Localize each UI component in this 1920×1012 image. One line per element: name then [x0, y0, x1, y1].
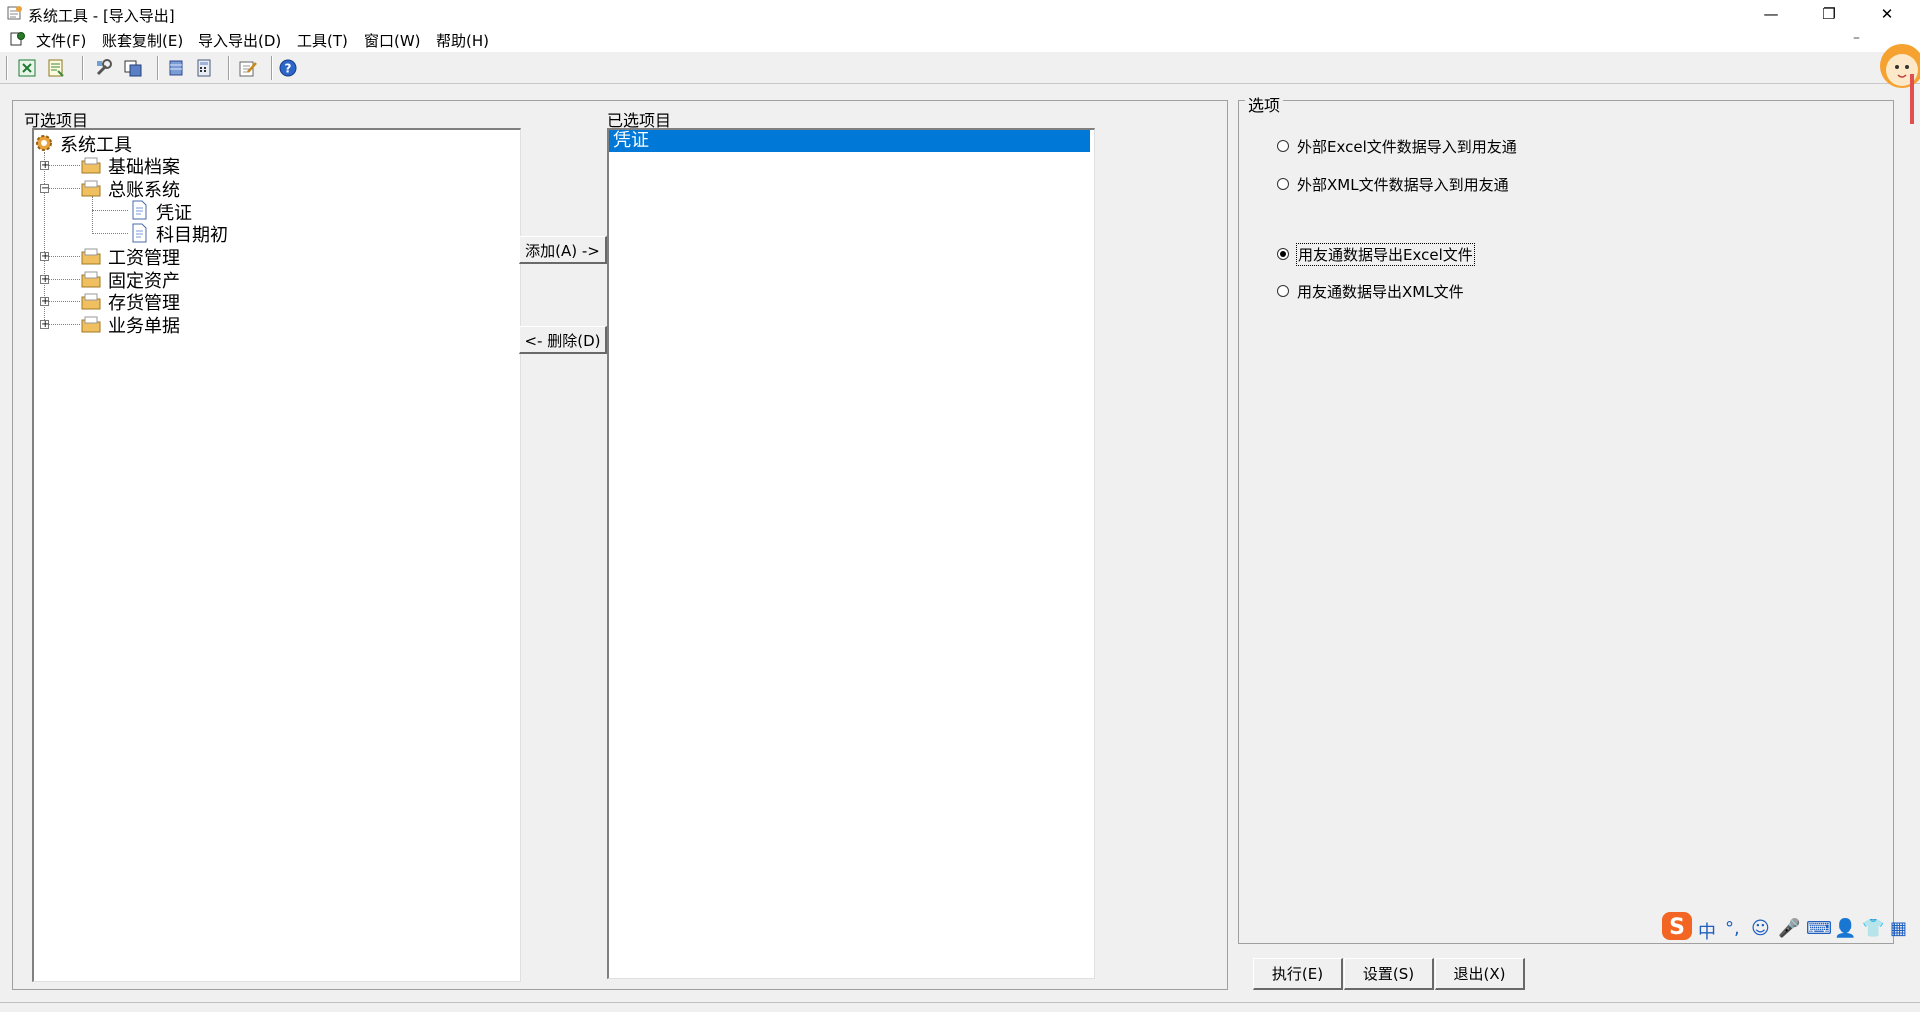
available-tree[interactable]	[32, 128, 521, 982]
options-group	[1238, 100, 1894, 944]
options-legend: 选项	[1245, 92, 1284, 116]
radio-label[interactable]: 用友通数据导出Excel文件	[1296, 243, 1475, 266]
tree-connector	[44, 324, 80, 325]
add-button[interactable]: 添加(A) ->	[519, 236, 607, 264]
folder-icon	[81, 316, 101, 333]
radio-excel-import[interactable]	[1277, 140, 1289, 152]
settings-button[interactable]: 设置(S)	[1344, 958, 1434, 990]
tree-node-label[interactable]: 业务单据	[108, 312, 180, 338]
tree-connector	[44, 256, 80, 257]
calculator-icon[interactable]	[194, 58, 214, 78]
tree-expander[interactable]: −	[40, 184, 49, 194]
gear-icon	[36, 135, 52, 151]
maximize-button[interactable]: ❐	[1806, 0, 1852, 28]
menu-import-export[interactable]: 导入导出(D)	[198, 30, 281, 51]
document-icon	[132, 223, 147, 243]
radio-label[interactable]: 外部XML文件数据导入到用友通	[1297, 174, 1509, 195]
ime-punctuation-icon[interactable]: °,	[1725, 918, 1740, 939]
toolbar-separator	[228, 56, 230, 80]
exit-button[interactable]: 退出(X)	[1435, 958, 1525, 990]
execute-button[interactable]: 执行(E)	[1253, 958, 1343, 990]
folder-icon	[81, 180, 101, 197]
folder-icon	[81, 157, 101, 174]
document-icon	[132, 200, 147, 220]
tree-expander[interactable]: +	[40, 320, 49, 330]
folder-icon	[81, 293, 101, 310]
tree-connector	[44, 279, 80, 280]
remove-button[interactable]: <- 删除(D)	[519, 326, 607, 354]
tree-expander[interactable]: +	[40, 297, 49, 307]
tree-connector	[92, 233, 128, 234]
folder-icon	[81, 248, 101, 265]
tree-connector	[92, 210, 128, 211]
toolbar-grip	[6, 56, 8, 80]
app-icon	[7, 6, 22, 20]
toolbar-separator	[82, 56, 84, 80]
title-bar	[0, 0, 1920, 28]
ime-voice-icon[interactable]: 🎤	[1778, 918, 1800, 939]
menu-account-copy[interactable]: 账套复制(E)	[102, 30, 183, 51]
mdi-minimize-button[interactable]: –	[1853, 30, 1860, 46]
svg-text:?: ?	[285, 62, 292, 76]
folder-icon	[81, 271, 101, 288]
tree-expander[interactable]: +	[40, 252, 49, 262]
copy-icon[interactable]	[123, 58, 143, 78]
tree-connector	[44, 188, 80, 189]
radio-excel-export[interactable]	[1277, 248, 1289, 260]
menu-help[interactable]: 帮助(H)	[436, 30, 489, 51]
menu-file[interactable]: 文件(F)	[36, 30, 86, 51]
radio-xml-export[interactable]	[1277, 285, 1289, 297]
minimize-button[interactable]: —	[1748, 0, 1794, 28]
toolbar-separator	[157, 56, 159, 80]
tree-connector	[44, 301, 80, 302]
ime-emoji-icon[interactable]: ☺	[1751, 918, 1770, 939]
menu-window[interactable]: 窗口(W)	[364, 30, 421, 51]
excel-export-icon[interactable]	[17, 58, 37, 78]
document-app-icon[interactable]	[10, 31, 26, 47]
radio-xml-import[interactable]	[1277, 178, 1289, 190]
svg-text:S: S	[1669, 915, 1685, 940]
close-button[interactable]: ✕	[1864, 0, 1910, 28]
ime-skin-icon[interactable]: 👕	[1862, 918, 1884, 939]
tools-icon[interactable]	[94, 58, 114, 78]
radio-label[interactable]: 外部Excel文件数据导入到用友通	[1297, 136, 1517, 157]
ime-user-icon[interactable]: 👤	[1834, 918, 1856, 939]
list-item[interactable]: 凭证	[609, 130, 1090, 152]
tree-expander[interactable]: +	[40, 161, 49, 171]
menu-tools[interactable]: 工具(T)	[297, 30, 348, 51]
excel-import-icon[interactable]	[46, 58, 66, 78]
help-icon[interactable]: ?	[278, 58, 298, 78]
menu-bar	[0, 28, 1920, 52]
ime-logo-icon[interactable]: S	[1660, 910, 1694, 942]
tree-expander[interactable]: +	[40, 275, 49, 285]
database-icon[interactable]	[166, 58, 186, 78]
selected-list[interactable]	[607, 128, 1095, 979]
toolbar-separator	[271, 56, 273, 80]
ime-chinese-mode[interactable]: 中	[1698, 918, 1716, 944]
tree-connector	[92, 196, 93, 232]
ime-keyboard-icon[interactable]: ⌨	[1806, 918, 1832, 939]
radio-label[interactable]: 用友通数据导出XML文件	[1297, 281, 1464, 302]
ime-grid-icon[interactable]: ▦	[1890, 918, 1907, 939]
window-title: 系统工具 - [导入导出]	[28, 7, 175, 25]
edit-icon[interactable]	[238, 58, 258, 78]
tree-connector	[44, 165, 80, 166]
